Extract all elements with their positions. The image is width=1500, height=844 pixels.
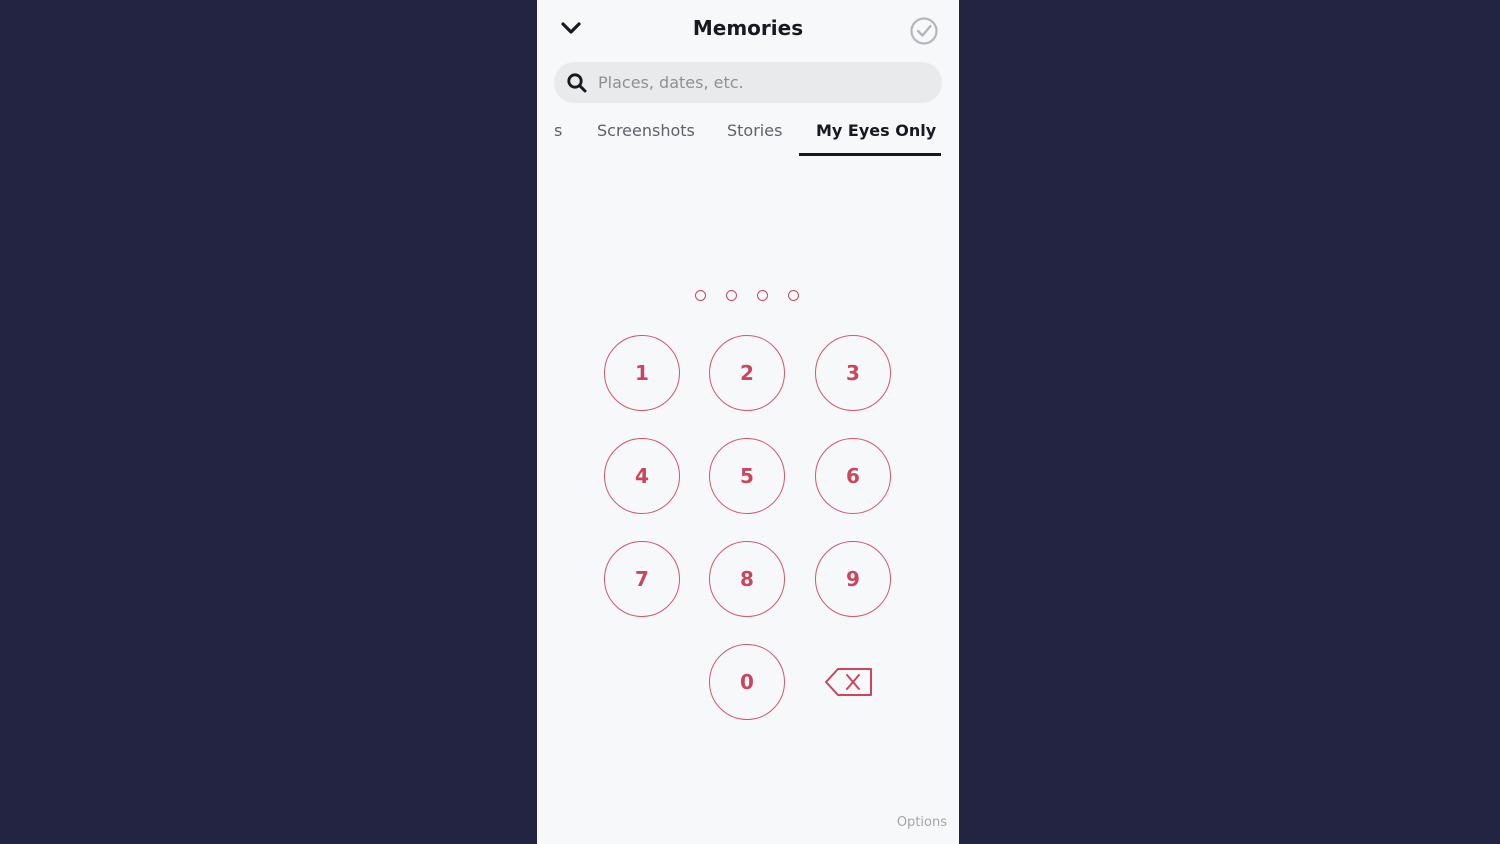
passcode-indicator bbox=[537, 290, 959, 304]
key-7[interactable]: 7 bbox=[604, 541, 680, 617]
tab-my-eyes-only[interactable]: My Eyes Only bbox=[816, 121, 936, 140]
passcode-dot bbox=[726, 290, 737, 301]
key-9[interactable]: 9 bbox=[815, 541, 891, 617]
tab-bar: s Screenshots Stories My Eyes Only bbox=[537, 112, 959, 158]
key-0[interactable]: 0 bbox=[709, 644, 785, 720]
key-3[interactable]: 3 bbox=[815, 335, 891, 411]
search-icon bbox=[567, 73, 587, 93]
check-circle-icon[interactable] bbox=[909, 16, 939, 46]
search-bar[interactable] bbox=[554, 62, 942, 103]
key-5[interactable]: 5 bbox=[709, 438, 785, 514]
passcode-dot bbox=[757, 290, 768, 301]
search-input[interactable] bbox=[598, 62, 928, 103]
passcode-dot bbox=[695, 290, 706, 301]
tab-stories[interactable]: Stories bbox=[727, 121, 782, 140]
options-link[interactable]: Options bbox=[877, 815, 947, 830]
page-title: Memories bbox=[692, 16, 804, 40]
key-2[interactable]: 2 bbox=[709, 335, 785, 411]
active-tab-indicator bbox=[799, 153, 941, 156]
header: Memories bbox=[537, 0, 959, 60]
key-4[interactable]: 4 bbox=[604, 438, 680, 514]
key-8[interactable]: 8 bbox=[709, 541, 785, 617]
passcode-dot bbox=[788, 290, 799, 301]
key-6[interactable]: 6 bbox=[815, 438, 891, 514]
tab-partial[interactable]: s bbox=[554, 121, 562, 140]
key-1[interactable]: 1 bbox=[604, 335, 680, 411]
memories-screen: Memories s Screenshots Stories My Eyes O… bbox=[537, 0, 959, 844]
tab-screenshots[interactable]: Screenshots bbox=[597, 121, 695, 140]
backspace-icon[interactable] bbox=[824, 666, 874, 698]
